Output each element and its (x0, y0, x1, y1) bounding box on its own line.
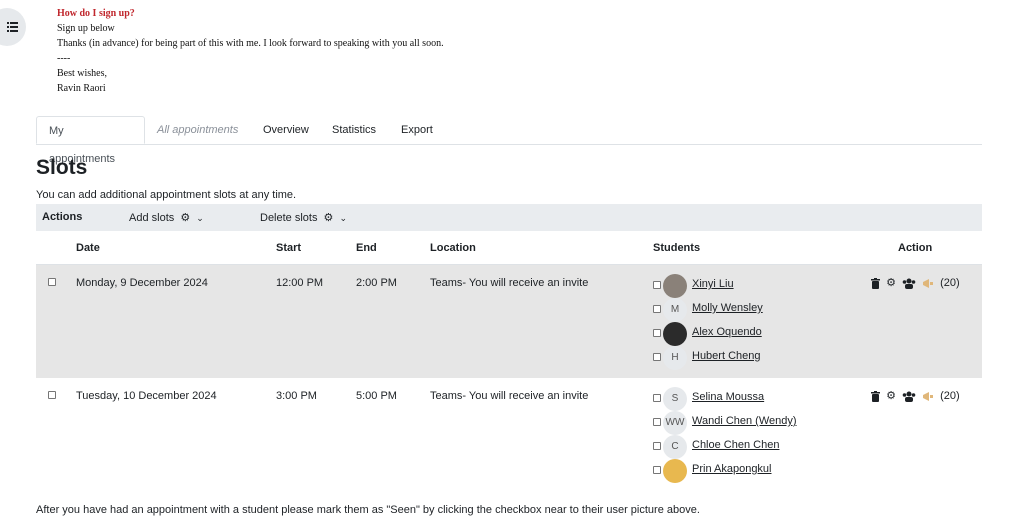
footer-note: After you have had an appointment with a… (36, 504, 700, 516)
col-start: Start (276, 242, 302, 254)
slot-capacity: (20) (940, 390, 960, 402)
student-link[interactable]: Prin Akapongkul (692, 463, 772, 475)
avatar: S (663, 387, 687, 411)
seen-checkbox[interactable] (653, 281, 661, 289)
megaphone-icon[interactable] (922, 278, 934, 289)
seen-checkbox[interactable] (653, 329, 661, 337)
seen-checkbox[interactable] (653, 466, 661, 474)
slot-date: Monday, 9 December 2024 (76, 277, 208, 289)
intro-line: Best wishes, (57, 68, 107, 79)
table-row: Tuesday, 10 December 2024 3:00 PM 5:00 P… (36, 378, 982, 490)
student-entry: Alex Oquendo (653, 322, 833, 346)
trash-icon[interactable] (871, 277, 880, 289)
slot-location: Teams- You will receive an invite (430, 390, 589, 402)
seen-checkbox[interactable] (653, 418, 661, 426)
gear-icon[interactable]: ⚙ (886, 277, 896, 289)
student-link[interactable]: Molly Wensley (692, 302, 763, 314)
trash-icon[interactable] (871, 390, 880, 402)
actions-label: Actions (42, 211, 83, 223)
student-entry: C Chloe Chen Chen (653, 435, 833, 459)
slot-location: Teams- You will receive an invite (430, 277, 589, 289)
student-entry: S Selina Moussa (653, 387, 833, 411)
slots-note: You can add additional appointment slots… (36, 189, 297, 201)
avatar (663, 274, 687, 298)
student-link[interactable]: Hubert Cheng (692, 350, 761, 362)
avatar: C (663, 435, 687, 459)
table-row: Monday, 9 December 2024 12:00 PM 2:00 PM… (36, 265, 982, 378)
intro-line: ---- (57, 53, 71, 64)
slot-end: 5:00 PM (356, 390, 397, 402)
tab-my-appointments[interactable]: My appointments (36, 116, 145, 165)
tab-overview[interactable]: Overview (251, 116, 321, 144)
table-header: Date Start End Location Students Action (36, 232, 982, 265)
avatar: H (663, 346, 687, 370)
add-slots-label: Add slots (129, 212, 175, 224)
slot-end: 2:00 PM (356, 277, 397, 289)
seen-checkbox[interactable] (653, 442, 661, 450)
chevron-down-icon: ⌄ (196, 213, 204, 223)
gear-icon: ⚙ (180, 212, 191, 224)
main-content: How do I sign up? Sign up below Thanks (… (36, 0, 982, 516)
student-entry: WW Wandi Chen (Wendy) (653, 411, 833, 435)
add-slots-menu[interactable]: Add slots ⚙ ⌄ (129, 211, 204, 224)
student-link[interactable]: Xinyi Liu (692, 278, 734, 290)
seen-checkbox[interactable] (653, 394, 661, 402)
avatar (663, 459, 687, 483)
student-link[interactable]: Chloe Chen Chen (692, 439, 779, 451)
intro-text: How do I sign up? Sign up below Thanks (… (57, 0, 982, 96)
intro-line: Thanks (in advance) for being part of th… (57, 38, 444, 49)
student-entry: H Hubert Cheng (653, 346, 833, 370)
col-students: Students (653, 242, 701, 254)
col-location: Location (430, 242, 476, 254)
slot-date: Tuesday, 10 December 2024 (76, 390, 217, 402)
student-entry: M Molly Wensley (653, 298, 833, 322)
gear-icon[interactable]: ⚙ (886, 390, 896, 402)
avatar: WW (663, 411, 687, 435)
row-actions: ⚙ (20) (871, 389, 960, 402)
slot-start: 3:00 PM (276, 390, 317, 402)
intro-line: Sign up below (57, 23, 115, 34)
col-action: Action (898, 242, 933, 254)
student-link[interactable]: Selina Moussa (692, 391, 764, 403)
row-select-checkbox[interactable] (48, 391, 56, 399)
tab-all-appointments[interactable]: All appointments (145, 116, 250, 144)
col-end: End (356, 242, 377, 254)
delete-slots-menu[interactable]: Delete slots ⚙ ⌄ (260, 211, 347, 224)
student-link[interactable]: Alex Oquendo (692, 326, 762, 338)
intro-question: How do I sign up? (57, 8, 135, 19)
seen-checkbox[interactable] (653, 353, 661, 361)
megaphone-icon[interactable] (922, 391, 934, 402)
intro-line: Ravin Raori (57, 83, 106, 94)
chevron-down-icon: ⌄ (339, 213, 348, 223)
student-entry: Prin Akapongkul (653, 459, 833, 483)
avatar: M (663, 298, 687, 322)
row-select-checkbox[interactable] (48, 278, 56, 286)
seen-checkbox[interactable] (653, 305, 661, 313)
avatar (663, 322, 687, 346)
slot-start: 12:00 PM (276, 277, 324, 289)
student-link[interactable]: Wandi Chen (Wendy) (692, 415, 797, 427)
row-actions: ⚙ (20) (871, 276, 960, 289)
slot-capacity: (20) (940, 277, 960, 289)
page-title: Slots (36, 156, 88, 179)
course-index-toggle[interactable] (0, 8, 26, 46)
tab-bar: My appointments All appointments Overvie… (36, 116, 982, 165)
tab-statistics[interactable]: Statistics (320, 116, 388, 144)
gear-icon: ⚙ (323, 212, 334, 224)
col-date: Date (76, 242, 100, 254)
actions-bar: Actions Add slots ⚙ ⌄ Delete slots ⚙ ⌄ (36, 204, 982, 231)
users-icon[interactable] (902, 278, 916, 289)
users-icon[interactable] (902, 391, 916, 402)
delete-slots-label: Delete slots (260, 212, 318, 224)
list-icon (7, 22, 18, 32)
left-gutter (0, 0, 30, 520)
student-entry: Xinyi Liu (653, 274, 833, 298)
tab-export[interactable]: Export (389, 116, 445, 144)
